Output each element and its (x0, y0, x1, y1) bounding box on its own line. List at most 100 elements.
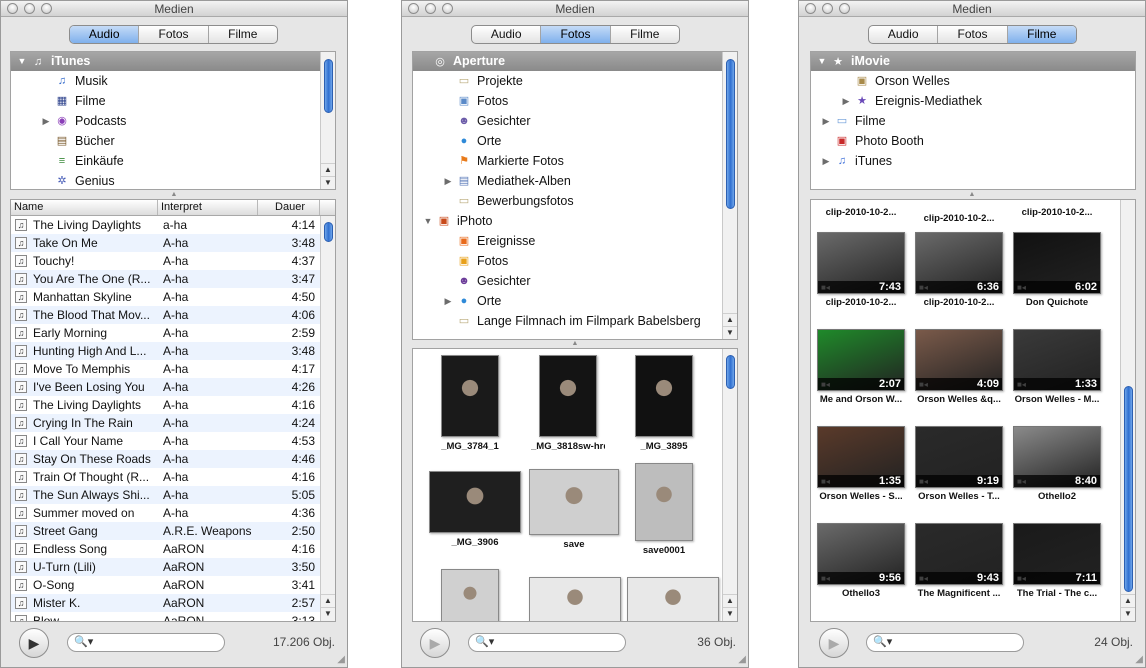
table-row[interactable]: ♫ Train Of Thought (R... A-ha 4:16 (11, 468, 335, 486)
tab-audio[interactable]: Audio (869, 26, 939, 43)
zoom-button[interactable] (41, 3, 52, 14)
movie-clip[interactable]: ■◂9:56 Othello3 (813, 523, 909, 599)
table-row[interactable]: ♫ I Call Your Name A-ha 4:53 (11, 432, 335, 450)
minimize-button[interactable] (24, 3, 35, 14)
track-scrollbar[interactable]: ▲ ▼ (320, 216, 335, 621)
close-button[interactable] (408, 3, 419, 14)
movie-clip[interactable]: ■◂4:09 Orson Welles &q... (911, 329, 1007, 405)
table-row[interactable]: ♫ Blow AaRON 3:13 (11, 612, 335, 621)
close-button[interactable] (805, 3, 816, 14)
table-row[interactable]: ♫ I've Been Losing You A-ha 4:26 (11, 378, 335, 396)
table-row[interactable]: ♫ The Sun Always Shi... A-ha 5:05 (11, 486, 335, 504)
search-input[interactable]: 🔍▾ (468, 633, 626, 652)
scroll-up-arrow[interactable]: ▲ (723, 313, 737, 325)
scroll-up-arrow[interactable]: ▲ (723, 594, 737, 606)
table-row[interactable]: ♫ The Living Daylights a-ha 4:14 (11, 216, 335, 234)
source-item-orte[interactable]: ▶ ● Orte (413, 291, 737, 311)
table-row[interactable]: ♫ The Living Daylights A-ha 4:16 (11, 396, 335, 414)
table-row[interactable]: ♫ U-Turn (Lili) AaRON 3:50 (11, 558, 335, 576)
table-row[interactable]: ♫ Early Morning A-ha 2:59 (11, 324, 335, 342)
resize-grip-icon[interactable]: ◢ (1135, 654, 1143, 665)
scroll-thumb[interactable] (726, 59, 735, 209)
search-input[interactable]: 🔍▾ (67, 633, 225, 652)
split-handle[interactable]: ▲ (1, 191, 347, 199)
source-item-orte[interactable]: ● Orte (413, 131, 737, 151)
resize-grip-icon[interactable]: ◢ (738, 654, 746, 665)
resize-grip-icon[interactable]: ◢ (337, 654, 345, 665)
table-row[interactable]: ♫ Touchy! A-ha 4:37 (11, 252, 335, 270)
table-row[interactable]: ♫ Stay On These Roads A-ha 4:46 (11, 450, 335, 468)
photo-thumbnail[interactable] (619, 577, 727, 621)
source-item-bewerbungsfotos[interactable]: ▭ Bewerbungsfotos (413, 191, 737, 211)
source-item-photo-booth[interactable]: ▣ Photo Booth (811, 131, 1135, 151)
split-handle[interactable]: ▲ (402, 340, 748, 348)
table-row[interactable]: ♫ You Are The One (R... A-ha 3:47 (11, 270, 335, 288)
column-duration[interactable]: Dauer (258, 200, 320, 215)
tab-audio[interactable]: Audio (70, 26, 140, 43)
source-item-mediathek-alben[interactable]: ▶ ▤ Mediathek-Alben (413, 171, 737, 191)
photo-thumbnail[interactable]: save (521, 469, 627, 550)
source-item-filme[interactable]: ▦ Filme (11, 91, 335, 111)
scroll-thumb[interactable] (324, 222, 333, 242)
photo-thumbnail[interactable] (521, 577, 629, 621)
disclosure-collapsed-icon[interactable]: ▶ (443, 171, 453, 191)
source-item-imovie[interactable]: ▼ ★ iMovie (811, 52, 1135, 71)
source-item-itunes[interactable]: ▼ ♫ iTunes (11, 52, 335, 71)
disclosure-collapsed-icon[interactable]: ▶ (41, 111, 51, 131)
scroll-thumb[interactable] (1124, 386, 1133, 592)
disclosure-collapsed-icon[interactable]: ▶ (821, 151, 831, 171)
clip-caption-partial[interactable]: clip-2010-10-2... (813, 204, 909, 218)
disclosure-collapsed-icon[interactable]: ▶ (821, 111, 831, 131)
source-item-itunes[interactable]: ▶ ♫ iTunes (811, 151, 1135, 171)
table-row[interactable]: ♫ Hunting High And L... A-ha 3:48 (11, 342, 335, 360)
source-item-gesichter[interactable]: ☻ Gesichter (413, 271, 737, 291)
disclosure-expanded-icon[interactable]: ▼ (423, 211, 433, 231)
photo-thumbnail[interactable] (433, 569, 507, 621)
movie-clip[interactable]: ■◂2:07 Me and Orson W... (813, 329, 909, 405)
scroll-down-arrow[interactable]: ▼ (723, 607, 737, 619)
tab-audio[interactable]: Audio (472, 26, 542, 43)
source-item-eink-ufe[interactable]: ≡ Einkäufe (11, 151, 335, 171)
movie-scrollbar[interactable]: ▲ ▼ (1120, 200, 1135, 621)
movie-clip[interactable]: ■◂9:43 The Magnificent ... (911, 523, 1007, 599)
source-item-lange-filmnach-im-filmpark-babelsberg[interactable]: ▭ Lange Filmnach im Filmpark Babelsberg (413, 311, 737, 331)
source-scrollbar[interactable]: ▲ ▼ (722, 52, 737, 339)
scroll-down-arrow[interactable]: ▼ (723, 326, 737, 338)
tab-filme[interactable]: Filme (611, 26, 679, 43)
source-item-projekte[interactable]: ▭ Projekte (413, 71, 737, 91)
clip-caption-partial[interactable]: clip-2010-10-2... (1009, 204, 1105, 218)
table-row[interactable]: ♫ Mister K. AaRON 2:57 (11, 594, 335, 612)
scroll-up-arrow[interactable]: ▲ (321, 163, 335, 175)
source-item-markierte-fotos[interactable]: ⚑ Markierte Fotos (413, 151, 737, 171)
column-name[interactable]: Name (11, 200, 158, 215)
table-row[interactable]: ♫ O-Song AaRON 3:41 (11, 576, 335, 594)
tab-fotos[interactable]: Fotos (139, 26, 209, 43)
zoom-button[interactable] (442, 3, 453, 14)
split-handle[interactable]: ▲ (799, 191, 1145, 199)
photo-thumbnail[interactable]: save0001 (627, 463, 701, 556)
close-button[interactable] (7, 3, 18, 14)
zoom-button[interactable] (839, 3, 850, 14)
table-row[interactable]: ♫ Endless Song AaRON 4:16 (11, 540, 335, 558)
photo-thumbnail[interactable]: _MG_3784_1 (433, 355, 507, 452)
source-item-ereignis-mediathek[interactable]: ▶ ★ Ereignis-Mediathek (811, 91, 1135, 111)
source-item-ereignisse[interactable]: ▣ Ereignisse (413, 231, 737, 251)
scroll-thumb[interactable] (324, 59, 333, 113)
scroll-down-arrow[interactable]: ▼ (1121, 607, 1135, 619)
photo-thumbnail[interactable]: _MG_3818sw-hrd (531, 355, 605, 452)
play-button[interactable]: ▶ (420, 628, 450, 658)
movie-clip[interactable]: ■◂8:40 Othello2 (1009, 426, 1105, 502)
movie-clip[interactable]: ■◂1:33 Orson Welles - M... (1009, 329, 1105, 405)
photo-scrollbar[interactable]: ▲ ▼ (722, 349, 737, 621)
table-row[interactable]: ♫ Move To Memphis A-ha 4:17 (11, 360, 335, 378)
movie-clip[interactable]: ■◂7:11 The Trial - The c... (1009, 523, 1105, 599)
table-row[interactable]: ♫ Summer moved on A-ha 4:36 (11, 504, 335, 522)
source-item-musik[interactable]: ♫ Musik (11, 71, 335, 91)
disclosure-expanded-icon[interactable]: ▼ (17, 52, 27, 71)
tab-filme[interactable]: Filme (1007, 26, 1076, 43)
source-item-gesichter[interactable]: ☻ Gesichter (413, 111, 737, 131)
tab-fotos[interactable]: Fotos (938, 26, 1008, 43)
movie-clip[interactable]: ■◂1:35 Orson Welles - S... (813, 426, 909, 502)
scroll-thumb[interactable] (726, 355, 735, 389)
clip-caption-partial[interactable]: clip-2010-10-2... (911, 210, 1007, 224)
